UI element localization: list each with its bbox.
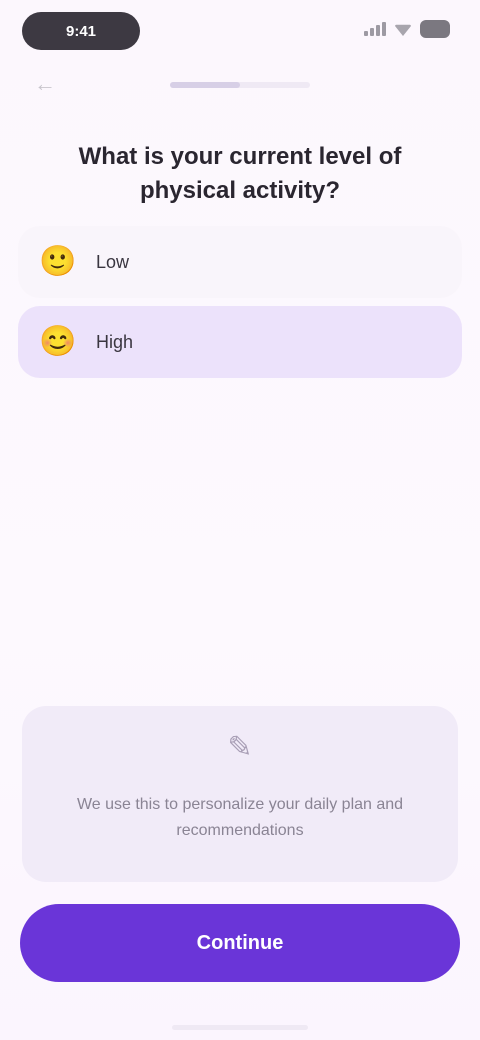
- top-nav: ←: [0, 70, 480, 100]
- battery-icon: [420, 20, 450, 38]
- question-title: What is your current level of physical a…: [78, 143, 402, 204]
- option-label: High: [96, 331, 134, 352]
- info-card: ✎ We use this to personalize your daily …: [22, 706, 458, 882]
- status-icons: [364, 20, 450, 38]
- progress-fill: [170, 82, 240, 88]
- info-text: We use this to personalize your daily pl…: [76, 796, 404, 839]
- signal-icon: [364, 22, 386, 36]
- onboarding-screen: 9:41 ← What is your current level of phy…: [0, 0, 480, 1040]
- continue-button[interactable]: Continue: [20, 904, 460, 982]
- option-emoji-icon: 😊: [39, 325, 77, 358]
- back-arrow-icon[interactable]: ←: [34, 73, 56, 95]
- status-bar: 9:41: [0, 0, 480, 64]
- option-list: 🙂 Low 😊 High: [18, 226, 462, 386]
- option-emoji-icon: 🙂: [39, 245, 77, 278]
- option-low[interactable]: 🙂 Low: [18, 226, 462, 298]
- lightbulb-icon: ✎: [227, 731, 253, 764]
- option-label: Low: [96, 251, 130, 272]
- progress-bar: [170, 82, 310, 88]
- option-high[interactable]: 😊 High: [18, 306, 462, 378]
- status-time: 9:41: [22, 12, 140, 50]
- home-indicator: [172, 1025, 308, 1030]
- wifi-icon: [394, 24, 412, 36]
